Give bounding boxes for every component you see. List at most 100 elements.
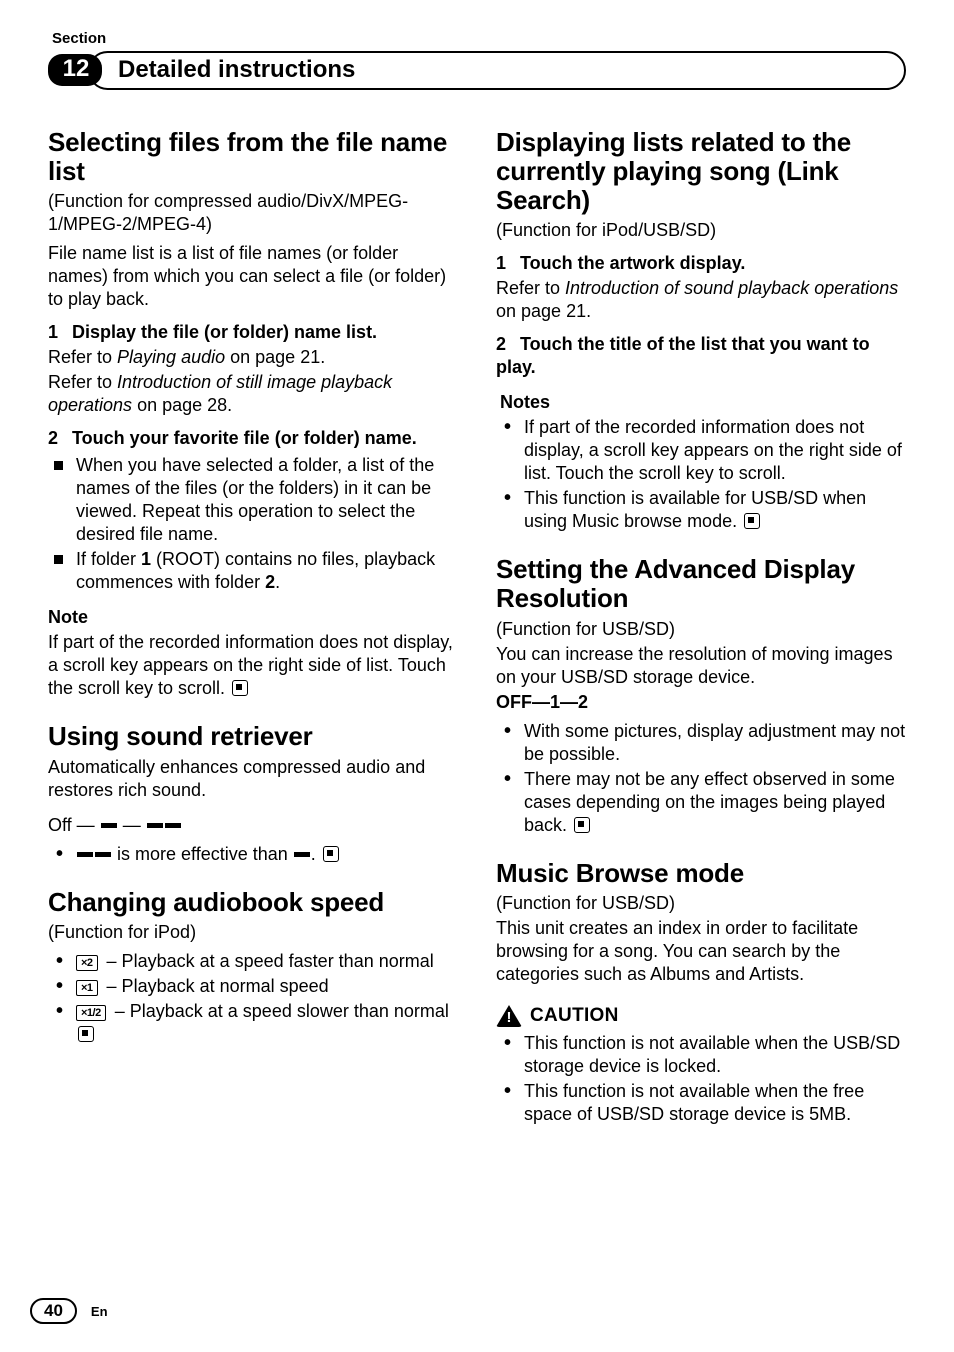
heading-sound-retriever: Using sound retriever (48, 722, 458, 751)
chapter-number-tab: 12 (48, 54, 102, 86)
heading-advanced-display: Setting the Advanced Display Resolution (496, 555, 906, 613)
notes-heading: Notes (500, 391, 906, 414)
page-number: 40 (30, 1298, 77, 1324)
step-1-title: Touch the artwork display. (520, 253, 745, 273)
step-num: 2 (496, 333, 520, 356)
section-end-icon (574, 817, 590, 833)
step-num: 2 (48, 427, 72, 450)
link-search-function: (Function for iPod/USB/SD) (496, 219, 906, 242)
step-num: 1 (48, 321, 72, 344)
speed-1x-icon: ×1 (76, 980, 98, 996)
left-column: Selecting files from the file name list … (48, 122, 458, 1133)
audiobook-option-2x: ×2 – Playback at a speed faster than nor… (48, 950, 458, 973)
text: – Playback at a speed slower than normal (110, 1001, 449, 1021)
sound-retriever-bullet: is more effective than . (48, 843, 458, 866)
adv-res-bullet-1: With some pictures, display adjustment m… (496, 720, 906, 766)
text: – Playback at normal speed (102, 976, 329, 996)
speed-half-icon: ×1/2 (76, 1005, 106, 1021)
heading-audiobook-speed: Changing audiobook speed (48, 888, 458, 917)
audiobook-option-1x: ×1 – Playback at normal speed (48, 975, 458, 998)
caution-bullets: This function is not available when the … (496, 1032, 906, 1126)
page-footer: 40 En (30, 1298, 108, 1324)
section-end-icon (744, 513, 760, 529)
selecting-files-function: (Function for compressed audio/DivX/MPEG… (48, 190, 458, 236)
audiobook-options: ×2 – Playback at a speed faster than nor… (48, 950, 458, 1046)
link-search-note-1: If part of the recorded information does… (496, 416, 906, 485)
folder-1: 1 (141, 549, 151, 569)
heading-selecting-files: Selecting files from the file name list (48, 128, 458, 186)
level-2-bar-a-icon (147, 823, 163, 828)
music-browse-function: (Function for USB/SD) (496, 892, 906, 915)
chapter-title-pill: Detailed instructions (88, 51, 906, 90)
adv-res-body: You can increase the resolution of movin… (496, 643, 906, 689)
right-column: Displaying lists related to the currentl… (496, 122, 906, 1133)
step-1-title: Display the file (or folder) name list. (72, 322, 377, 342)
chapter-header: 12 Detailed instructions (48, 51, 906, 90)
sound-retriever-note: is more effective than . (48, 843, 458, 866)
heading-music-browse: Music Browse mode (496, 859, 906, 888)
text: . (311, 844, 316, 864)
text: This function is available for USB/SD wh… (524, 488, 866, 531)
section-end-icon (323, 846, 339, 862)
ref-prefix: Refer to (48, 347, 117, 367)
step-1-ref-1: Refer to Playing audio on page 21. (48, 346, 458, 369)
adv-res-levels: OFF—1—2 (496, 691, 906, 714)
ls-step-1-ref: Refer to Introduction of sound playback … (496, 277, 906, 323)
ref-suffix: on page 21. (225, 347, 325, 367)
ref-suffix: on page 28. (132, 395, 232, 415)
text: If folder (76, 549, 141, 569)
step-2-bullet-1: When you have selected a folder, a list … (48, 454, 458, 546)
section-end-icon (78, 1026, 94, 1042)
text: – Playback at a speed faster than normal (102, 951, 434, 971)
selecting-files-intro: File name list is a list of file names (… (48, 242, 458, 311)
adv-res-function: (Function for USB/SD) (496, 618, 906, 641)
step-2-bullets: When you have selected a folder, a list … (48, 454, 458, 594)
note-heading: Note (48, 606, 458, 629)
ref-italic: Introduction of sound playback operation… (565, 278, 898, 298)
step-2-bullet-2: If folder 1 (ROOT) contains no files, pl… (48, 548, 458, 594)
audiobook-option-half: ×1/2 – Playback at a speed slower than n… (48, 1000, 458, 1046)
audiobook-function: (Function for iPod) (48, 921, 458, 944)
level-1-bar-icon (101, 823, 117, 828)
note-body: If part of the recorded information does… (48, 631, 458, 700)
note-text: If part of the recorded information does… (48, 632, 453, 698)
link-search-notes: If part of the recorded information does… (496, 416, 906, 533)
speed-2x-icon: ×2 (76, 955, 98, 971)
step-num: 1 (496, 252, 520, 275)
bar-icon (294, 852, 310, 857)
music-browse-body: This unit creates an index in order to f… (496, 917, 906, 986)
adv-res-bullets: With some pictures, display adjustment m… (496, 720, 906, 837)
sound-retriever-levels: Off — — (48, 814, 458, 837)
caution-triangle-icon (496, 1005, 522, 1027)
language-label: En (91, 1304, 108, 1319)
bar-icon (77, 852, 93, 857)
level-off: Off — (48, 815, 100, 835)
ref-suffix: on page 21. (496, 301, 591, 321)
sep: — (118, 815, 146, 835)
text: is more effective than (112, 844, 293, 864)
ref-italic: Playing audio (117, 347, 225, 367)
step-2-head: 2Touch your favorite file (or folder) na… (48, 427, 458, 450)
section-end-icon (232, 680, 248, 696)
heading-link-search: Displaying lists related to the currentl… (496, 128, 906, 215)
adv-res-bullet-2: There may not be any effect observed in … (496, 768, 906, 837)
step-2-title: Touch your favorite file (or folder) nam… (72, 428, 417, 448)
link-search-note-2: This function is available for USB/SD wh… (496, 487, 906, 533)
level-2-bar-b-icon (165, 823, 181, 828)
caution-bullet-1: This function is not available when the … (496, 1032, 906, 1078)
ls-step-2-head: 2Touch the title of the list that you wa… (496, 333, 906, 379)
caution-header: CAUTION (496, 1004, 906, 1028)
ls-step-1-head: 1Touch the artwork display. (496, 252, 906, 275)
step-2-title: Touch the title of the list that you wan… (496, 334, 870, 377)
step-1-head: 1Display the file (or folder) name list. (48, 321, 458, 344)
step-1-ref-2: Refer to Introduction of still image pla… (48, 371, 458, 417)
folder-2: 2 (265, 572, 275, 592)
ref-prefix: Refer to (48, 372, 117, 392)
caution-label: CAUTION (530, 1004, 619, 1028)
bar-icon (95, 852, 111, 857)
ref-prefix: Refer to (496, 278, 565, 298)
text: . (275, 572, 280, 592)
sound-retriever-body: Automatically enhances compressed audio … (48, 756, 458, 802)
section-label: Section (52, 30, 906, 47)
caution-bullet-2: This function is not available when the … (496, 1080, 906, 1126)
